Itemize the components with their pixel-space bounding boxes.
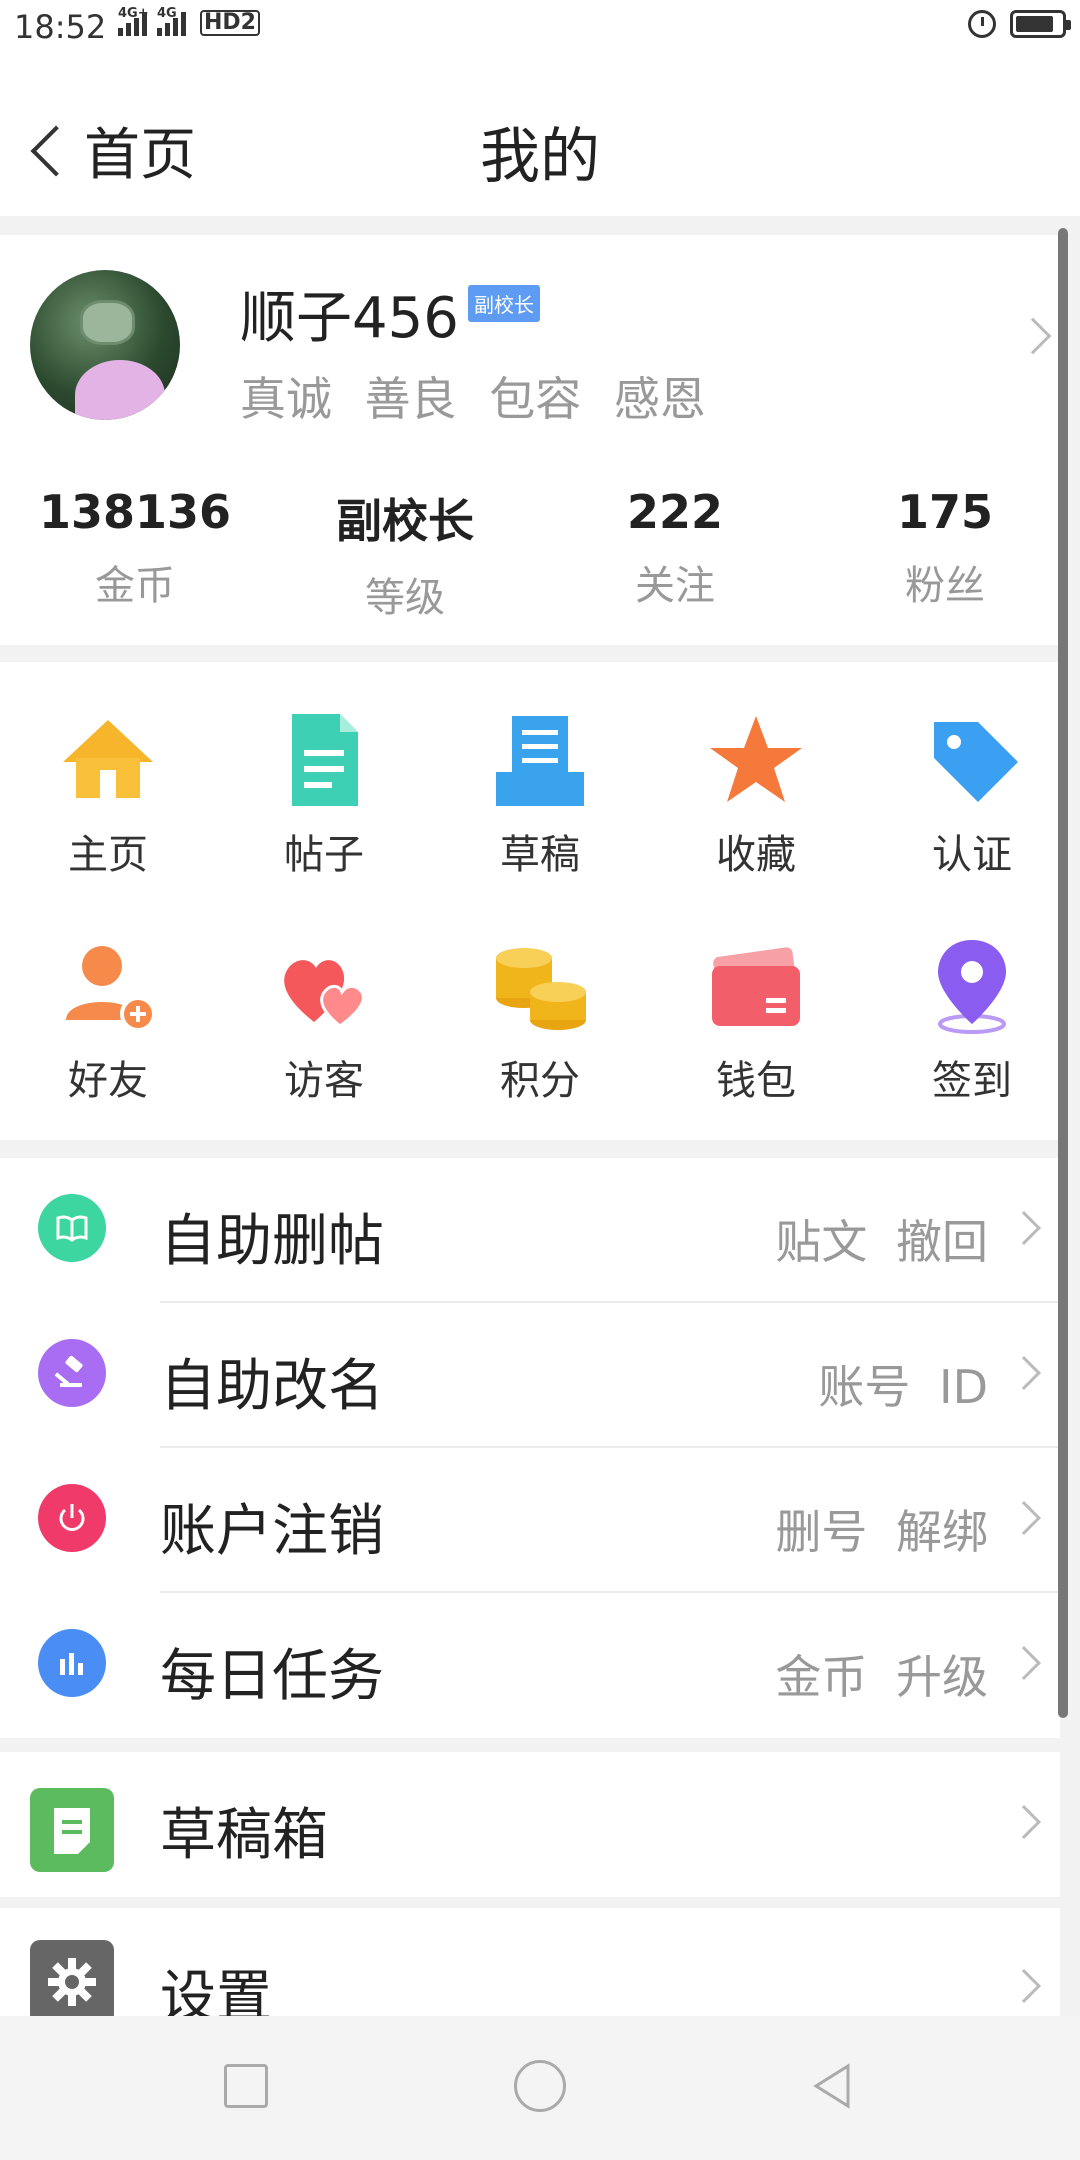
chevron-right-icon — [1007, 1969, 1041, 2003]
document-icon — [292, 714, 358, 806]
stat-label: 等级 — [365, 575, 445, 621]
alarm-icon — [968, 10, 996, 38]
scrollbar[interactable] — [1058, 228, 1068, 1718]
list-item-daily-tasks[interactable]: 每日任务 金币 升级 — [0, 1593, 1060, 1738]
network-type-1: 4G+ — [118, 6, 149, 21]
grid-item-checkin[interactable]: 签到 — [864, 936, 1080, 1162]
grid-item-friends[interactable]: 好友 — [0, 936, 216, 1162]
location-pin-icon — [938, 940, 1006, 1034]
signal-icon-1: 4G+ — [118, 6, 149, 36]
tag-icon — [934, 722, 1018, 802]
battery-icon — [1010, 10, 1071, 38]
grid-label: 草稿 — [500, 832, 580, 878]
circle-icon[interactable] — [514, 2060, 566, 2112]
coins-icon — [496, 948, 586, 1030]
chevron-right-icon — [1007, 1211, 1041, 1245]
header: 首页 我的 — [0, 58, 1080, 216]
home-icon — [63, 720, 153, 798]
list-item-self-delete[interactable]: 自助删帖 贴文 撤回 — [0, 1158, 1060, 1303]
grid-item-favorites[interactable]: 收藏 — [648, 710, 864, 936]
chevron-right-icon — [1014, 317, 1052, 355]
feature-grid: 主页 帖子 草稿 收藏 认证 好友 访客 积分 钱包 签到 — [0, 662, 1060, 1140]
status-time: 18:52 — [14, 8, 107, 46]
list-subtext: 金币 升级 — [775, 1650, 988, 1704]
stat-value: 222 — [626, 485, 724, 539]
stat-fans[interactable]: 175 粉丝 — [810, 485, 1080, 623]
grid-label: 认证 — [932, 832, 1012, 878]
avatar-lotus-pod — [80, 300, 135, 345]
stat-coins[interactable]: 138136 金币 — [0, 485, 270, 623]
stat-level[interactable]: 副校长 等级 — [270, 485, 540, 623]
user-motto: 真诚 善良 包容 感恩 — [240, 372, 706, 426]
stat-value: 175 — [896, 485, 994, 539]
system-nav-bar — [0, 2016, 1080, 2160]
page-title: 我的 — [480, 122, 600, 192]
grid-item-verify[interactable]: 认证 — [864, 710, 1080, 936]
wallet-icon — [712, 947, 800, 1026]
grid-item-posts[interactable]: 帖子 — [216, 710, 432, 936]
grid-label: 帖子 — [284, 832, 364, 878]
status-bar: 18:52 4G+ 4G HD2 — [0, 0, 1080, 58]
settings-item[interactable]: 设置 — [0, 1908, 1060, 2016]
list-label: 每日任务 — [160, 1644, 384, 1709]
chevron-right-icon — [1007, 1805, 1041, 1839]
list-item-deactivate[interactable]: 账户注销 删号 解绑 — [0, 1448, 1060, 1593]
grid-item-drafts[interactable]: 草稿 — [432, 710, 648, 936]
grid-item-wallet[interactable]: 钱包 — [648, 936, 864, 1162]
grid-label: 主页 — [68, 832, 148, 878]
gavel-icon — [38, 1339, 106, 1407]
hd-icon: HD2 — [200, 10, 260, 36]
grid-label: 访客 — [284, 1058, 364, 1104]
battery-level — [1016, 16, 1054, 32]
hearts-icon — [284, 960, 365, 1028]
star-icon — [710, 716, 802, 802]
signal-group: 4G+ 4G HD2 — [118, 6, 260, 36]
grid-label: 收藏 — [716, 832, 796, 878]
grid-item-points[interactable]: 积分 — [432, 936, 648, 1162]
stat-following[interactable]: 222 关注 — [540, 485, 810, 623]
grid-label: 好友 — [68, 1058, 148, 1104]
stat-label: 金币 — [95, 563, 175, 609]
power-icon — [38, 1484, 106, 1552]
network-type-2: 4G — [157, 6, 177, 21]
list-label: 自助改名 — [160, 1354, 384, 1419]
username: 顺子456 — [240, 286, 459, 351]
grid-label: 积分 — [500, 1058, 580, 1104]
grid-label: 钱包 — [716, 1058, 796, 1104]
draft-tray-icon — [496, 716, 584, 806]
chevron-right-icon — [1007, 1646, 1041, 1680]
book-icon — [38, 1194, 106, 1262]
gear-icon — [30, 1940, 114, 2016]
bar-chart-icon — [38, 1629, 106, 1697]
chevron-right-icon — [1007, 1356, 1041, 1390]
list-subtext: 贴文 撤回 — [775, 1215, 988, 1269]
rank-badge: 副校长 — [468, 285, 540, 322]
drafts-label: 草稿箱 — [160, 1803, 328, 1868]
add-friend-icon — [66, 946, 156, 1032]
list-subtext: 删号 解绑 — [775, 1505, 988, 1559]
list-label: 自助删帖 — [160, 1209, 384, 1274]
stat-value: 副校长 — [336, 494, 474, 548]
triangle-back-icon[interactable] — [808, 2060, 860, 2112]
list-item-rename[interactable]: 自助改名 账号 ID — [0, 1303, 1060, 1448]
chevron-right-icon — [1007, 1501, 1041, 1535]
square-icon[interactable] — [224, 2064, 268, 2108]
avatar-lotus-petal — [75, 360, 165, 420]
settings-label: 设置 — [160, 1965, 272, 2016]
list-subtext: 账号 ID — [818, 1360, 988, 1414]
signal-icon-2: 4G — [157, 6, 186, 36]
grid-label: 签到 — [932, 1058, 1012, 1104]
note-icon — [30, 1788, 114, 1872]
stat-label: 粉丝 — [905, 563, 985, 609]
profile-card[interactable]: 顺子456 副校长 真诚 善良 包容 感恩 138136 金币 副校长 等级 2… — [0, 235, 1060, 645]
stat-value: 138136 — [38, 485, 232, 539]
stat-label: 关注 — [635, 563, 715, 609]
service-list: 自助删帖 贴文 撤回 自助改名 账号 ID 账户注销 删号 解绑 每日任务 金币… — [0, 1158, 1060, 1738]
grid-item-visitors[interactable]: 访客 — [216, 936, 432, 1162]
stats-row: 138136 金币 副校长 等级 222 关注 175 粉丝 — [0, 485, 1080, 623]
grid-item-home[interactable]: 主页 — [0, 710, 216, 936]
list-label: 账户注销 — [160, 1499, 384, 1564]
avatar[interactable] — [30, 270, 180, 420]
drafts-box-item[interactable]: 草稿箱 — [0, 1752, 1060, 1897]
